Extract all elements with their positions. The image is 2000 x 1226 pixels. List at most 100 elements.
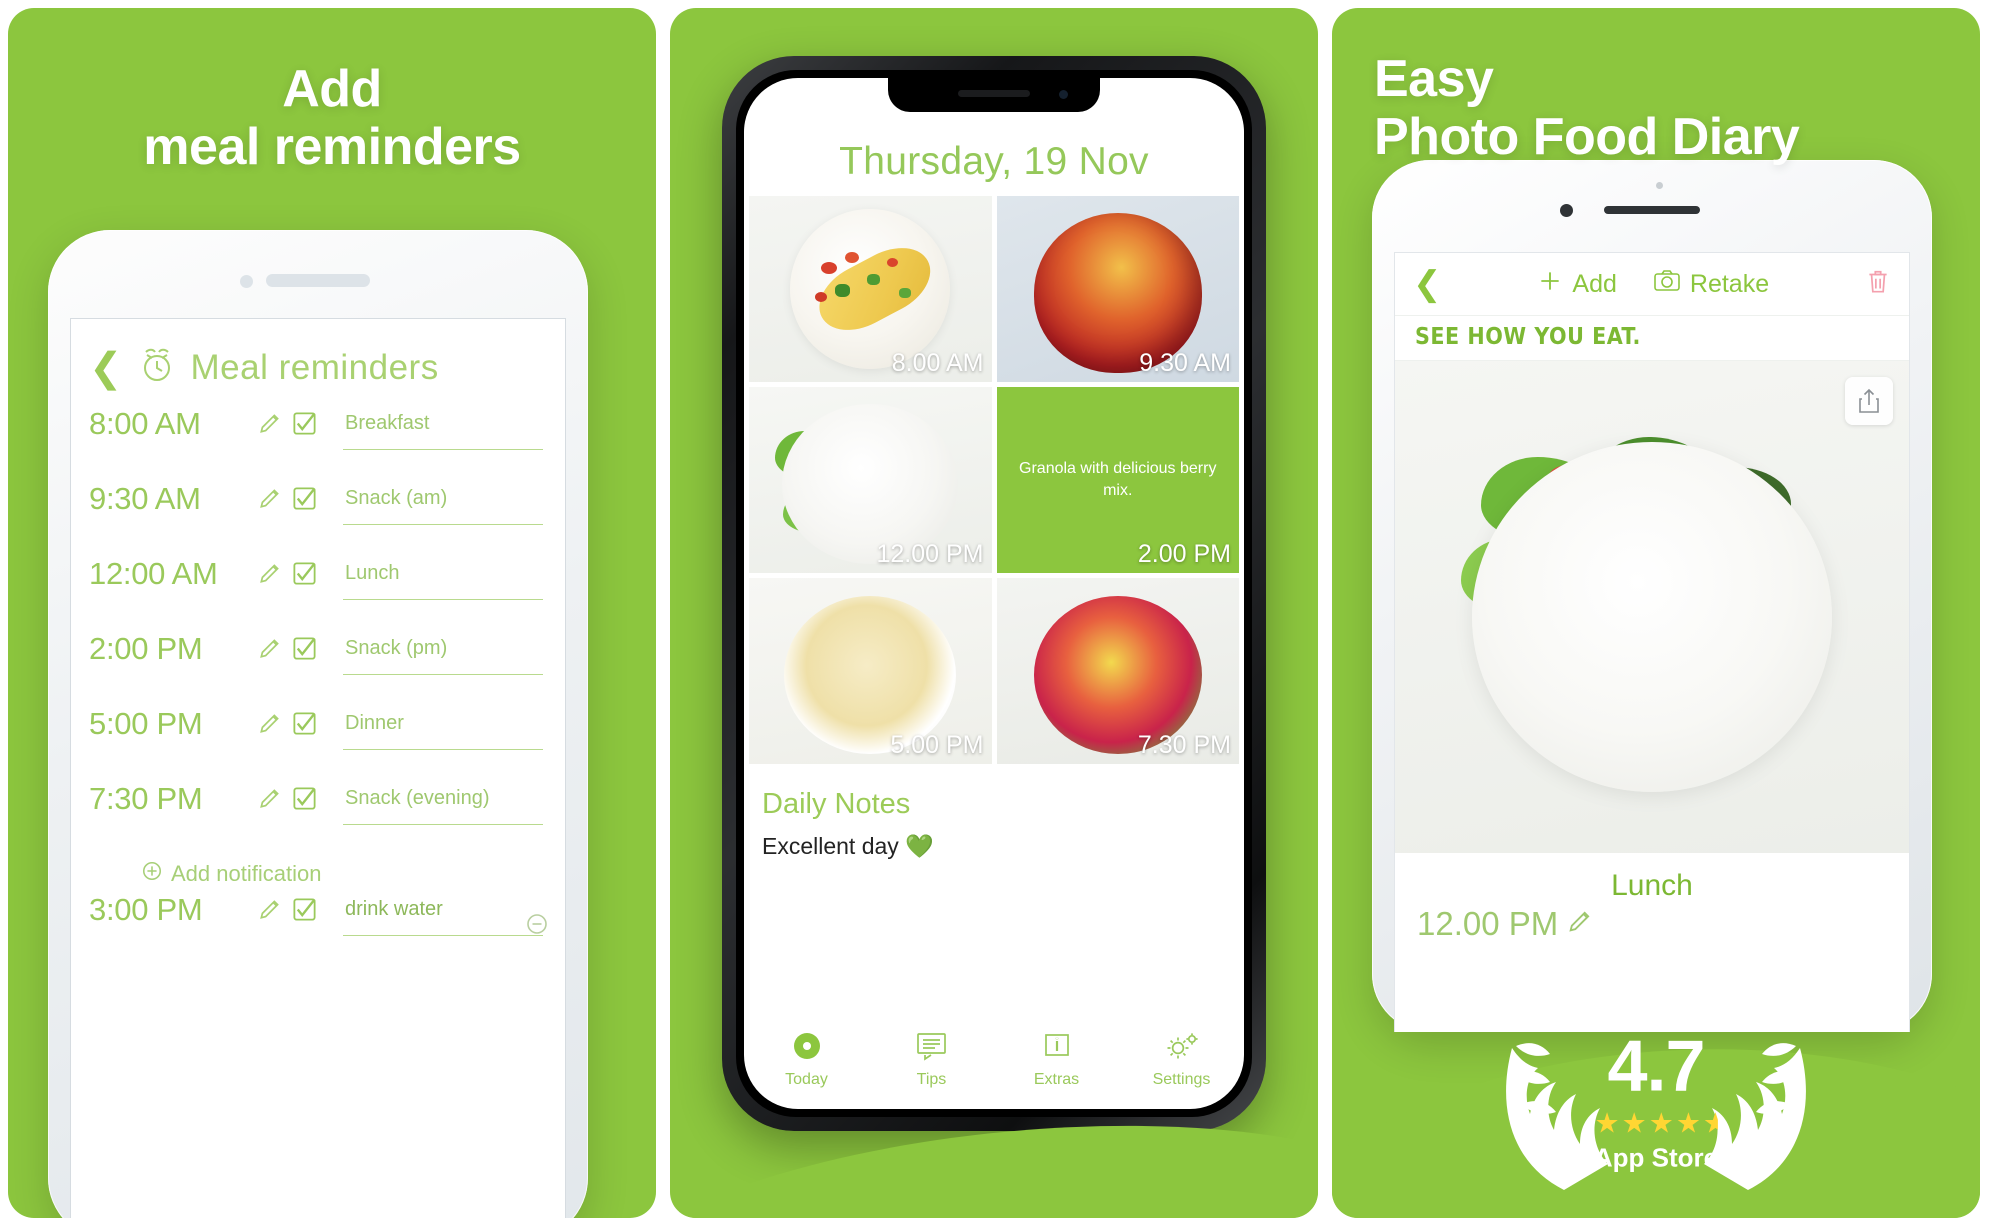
camera-icon — [1653, 269, 1681, 300]
pencil-icon[interactable] — [257, 554, 291, 591]
tab-label: Tips — [916, 1071, 947, 1088]
reminder-label[interactable]: Breakfast — [343, 404, 543, 450]
white-iphone-mockup: ❮ Meal reminders 8:00 AM Breakfast 9:30 … — [48, 230, 588, 1218]
earpiece-speaker — [1604, 206, 1700, 214]
pencil-icon[interactable] — [257, 704, 291, 741]
photo-cell[interactable]: 8.00 AM — [749, 196, 992, 382]
reminder-label[interactable]: Lunch — [343, 554, 543, 600]
tab-label: Today — [785, 1071, 828, 1088]
note-text: Granola with delicious berry mix. — [1019, 460, 1217, 499]
plus-circle-icon — [141, 860, 163, 888]
share-icon[interactable] — [1845, 377, 1893, 425]
reminders-list: 8:00 AM Breakfast 9:30 AM Snack (am) 12:… — [71, 400, 565, 965]
photo-timestamp: 5.00 PM — [890, 731, 984, 759]
reminder-label[interactable]: Snack (am) — [343, 479, 543, 525]
retake-button[interactable]: Retake — [1653, 269, 1769, 300]
panel-meal-reminders: Add meal reminders ❮ Meal reminders 8:00… — [8, 8, 656, 1218]
gear-icon — [1163, 1029, 1201, 1063]
tab-label: Extras — [1033, 1071, 1080, 1088]
panel-photo-food-diary: Easy Photo Food Diary ❮ Add Retake SEE H… — [1332, 8, 1980, 1218]
badge-content: 4.7 ★★★★★ App Store — [1594, 1031, 1718, 1174]
today-dot-icon — [791, 1029, 823, 1063]
front-camera-icon — [240, 275, 253, 288]
checkbox-checked-icon[interactable] — [291, 890, 343, 928]
reminder-label[interactable]: Snack (evening) — [343, 779, 543, 825]
tab-today[interactable]: Today — [744, 1029, 869, 1089]
daily-notes-body[interactable]: Excellent day 💚 — [744, 821, 1244, 860]
app-logo: SEE HOW YOU EAT. — [1395, 315, 1909, 361]
reminder-time[interactable]: 2:00 PM — [89, 629, 257, 667]
panel-a-headline: Add meal reminders — [143, 60, 521, 177]
app-store-rating-badge: 4.7 ★★★★★ App Store — [1476, 1004, 1836, 1200]
retake-label: Retake — [1689, 269, 1770, 298]
add-notification-button[interactable]: Add notification — [89, 854, 543, 888]
photo-cell[interactable]: 12.00 PM — [749, 387, 992, 573]
phone-screen-today: Thursday, 19 Nov 8.00 AM 9.30 AM 12.00 P… — [744, 78, 1244, 1109]
checkbox-checked-icon[interactable] — [291, 779, 343, 817]
tab-settings[interactable]: Settings — [1119, 1029, 1244, 1089]
pencil-icon[interactable] — [257, 479, 291, 516]
pencil-icon[interactable] — [257, 779, 291, 816]
reminder-time[interactable]: 9:30 AM — [89, 479, 257, 517]
photo-grid: 8.00 AM 9.30 AM 12.00 PM Granola with de… — [744, 196, 1244, 764]
photo-toolbar: ❮ Add Retake — [1395, 253, 1909, 315]
pencil-icon[interactable] — [257, 404, 291, 441]
panel-daily-diary: Thursday, 19 Nov 8.00 AM 9.30 AM 12.00 P… — [670, 8, 1318, 1218]
notch — [888, 78, 1100, 112]
reminder-row[interactable]: 8:00 AM Breakfast — [89, 404, 543, 479]
checkbox-checked-icon[interactable] — [291, 629, 343, 667]
pencil-icon[interactable] — [257, 629, 291, 666]
phone-bezel: Thursday, 19 Nov 8.00 AM 9.30 AM 12.00 P… — [736, 70, 1252, 1117]
app-logo-text: SEE HOW YOU EAT. — [1415, 324, 1641, 350]
checkbox-checked-icon[interactable] — [291, 404, 343, 442]
reminder-time[interactable]: 12:00 AM — [89, 554, 257, 592]
front-camera-icon — [1560, 204, 1573, 217]
tab-bar: Today Tips Extras Settings — [744, 1029, 1244, 1089]
page-title: Meal reminders — [190, 347, 439, 387]
photo-cell[interactable]: 5.00 PM — [749, 578, 992, 764]
reminder-label[interactable]: drink water — [343, 890, 543, 936]
minus-circle-icon[interactable] — [525, 912, 549, 941]
meal-photo[interactable] — [1395, 361, 1909, 853]
phone-screen-reminders: ❮ Meal reminders 8:00 AM Breakfast 9:30 … — [70, 318, 566, 1218]
reminder-label[interactable]: Snack (pm) — [343, 629, 543, 675]
meal-time[interactable]: 12.00 PM — [1417, 905, 1558, 943]
sensor-dot — [1656, 182, 1663, 189]
checkbox-checked-icon[interactable] — [291, 479, 343, 517]
reminder-label[interactable]: Dinner — [343, 704, 543, 750]
rating-value: 4.7 — [1607, 1026, 1705, 1107]
reminder-row-custom[interactable]: 3:00 PM drink water — [89, 890, 547, 965]
reminder-row[interactable]: 5:00 PM Dinner — [89, 704, 543, 779]
reminder-row[interactable]: 9:30 AM Snack (am) — [89, 479, 543, 554]
photo-cell[interactable]: 7.30 PM — [996, 578, 1239, 764]
photo-timestamp: 9.30 AM — [1139, 349, 1231, 377]
meal-label[interactable]: Lunch — [1395, 853, 1909, 905]
earpiece-speaker — [266, 274, 370, 287]
reminder-time[interactable]: 5:00 PM — [89, 704, 257, 742]
checkbox-checked-icon[interactable] — [291, 554, 343, 592]
tab-tips[interactable]: Tips — [869, 1029, 994, 1089]
reminder-row[interactable]: 2:00 PM Snack (pm) — [89, 629, 543, 704]
silver-iphone-mockup: ❮ Add Retake SEE HOW YOU EAT. Lunch 12.0… — [1372, 160, 1932, 1032]
trash-icon[interactable] — [1865, 268, 1891, 301]
text-note-cell[interactable]: Granola with delicious berry mix. 2.00 P… — [996, 387, 1239, 573]
add-button[interactable]: Add — [1537, 268, 1617, 301]
chevron-left-icon[interactable]: ❮ — [1413, 267, 1442, 301]
photo-timestamp: 7.30 PM — [1137, 731, 1231, 759]
reminder-row[interactable]: 7:30 PM Snack (evening) — [89, 779, 543, 854]
reminders-header: ❮ Meal reminders — [71, 319, 565, 400]
pencil-icon[interactable] — [257, 890, 291, 927]
reminder-row[interactable]: 12:00 AM Lunch — [89, 554, 543, 629]
reminder-time[interactable]: 3:00 PM — [89, 890, 257, 928]
photo-cell[interactable]: 9.30 AM — [996, 196, 1239, 382]
checkbox-checked-icon[interactable] — [291, 704, 343, 742]
chevron-left-icon[interactable]: ❮ — [89, 348, 123, 388]
photo-timestamp: 2.00 PM — [1137, 540, 1231, 568]
reminder-time[interactable]: 7:30 PM — [89, 779, 257, 817]
meal-time-row[interactable]: 12.00 PM — [1395, 905, 1909, 943]
alarm-clock-icon — [137, 345, 177, 390]
add-label: Add — [1572, 269, 1617, 298]
reminder-time[interactable]: 8:00 AM — [89, 404, 257, 442]
tab-extras[interactable]: Extras — [994, 1029, 1119, 1089]
pencil-icon[interactable] — [1566, 905, 1594, 943]
